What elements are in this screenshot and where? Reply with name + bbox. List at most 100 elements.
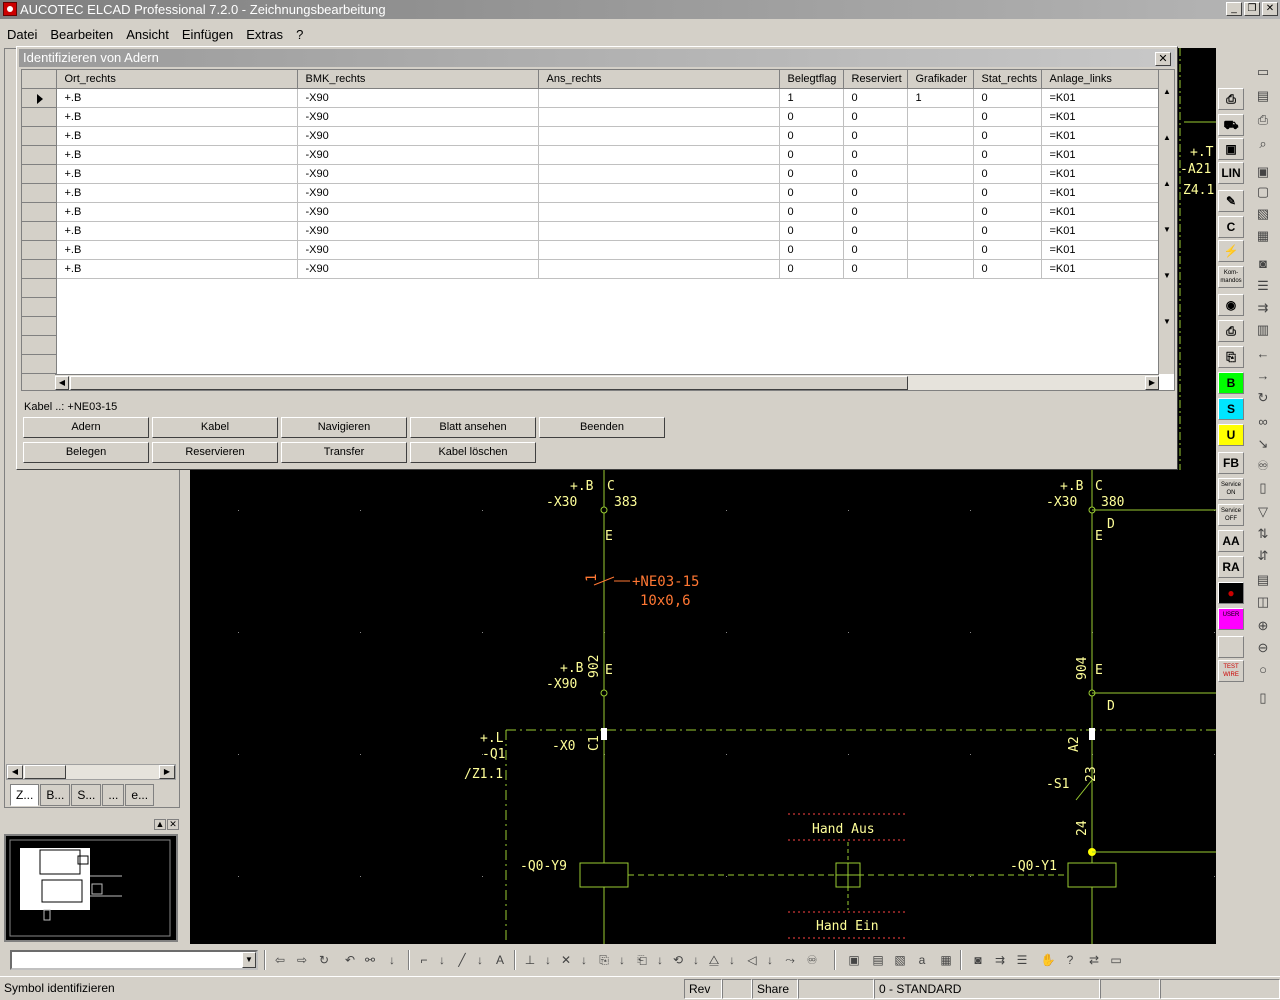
arrow-right-icon[interactable]: ⇨: [294, 952, 310, 968]
table-row[interactable]: +.B -X90 0 0 0 =K01: [22, 259, 1160, 279]
menu-bearbeiten[interactable]: Bearbeiten: [43, 25, 119, 45]
help-icon[interactable]: ?: [1062, 952, 1078, 968]
table-cell[interactable]: 0: [973, 221, 1042, 241]
column-header[interactable]: Grafikader: [907, 70, 974, 89]
column-header[interactable]: Ort_rechts: [56, 70, 298, 89]
row-selector[interactable]: [22, 183, 57, 203]
table-cell[interactable]: 0: [779, 259, 844, 279]
table-row[interactable]: +.B -X90 0 0 0 =K01: [22, 107, 1160, 127]
empty-table-row[interactable]: [22, 316, 1159, 336]
table-cell[interactable]: +.B: [56, 221, 298, 241]
table-cell[interactable]: =K01: [1041, 107, 1160, 127]
mirror-icon[interactable]: ⧋: [706, 952, 722, 968]
scroll-right-icon[interactable]: ▶: [159, 765, 175, 779]
table-cell[interactable]: 0: [973, 183, 1042, 203]
table-cell[interactable]: =K01: [1041, 240, 1160, 260]
tool-fb-button[interactable]: FB: [1218, 452, 1244, 474]
table-cell[interactable]: +.B: [56, 183, 298, 203]
scroll-thumb[interactable]: [24, 765, 66, 779]
text-icon[interactable]: A: [492, 952, 508, 968]
adern-button[interactable]: Adern: [23, 417, 149, 438]
table-cell[interactable]: =K01: [1041, 183, 1160, 203]
edit-sheet-icon[interactable]: ▧: [892, 952, 908, 968]
tool-pencil-button[interactable]: ✎: [1218, 190, 1244, 212]
tool-stamp-button[interactable]: ▣: [1218, 138, 1244, 160]
tool-printer-button[interactable]: ⎙: [1218, 88, 1244, 110]
table-cell[interactable]: 0: [843, 88, 908, 108]
beenden-button[interactable]: Beenden: [539, 417, 665, 438]
connect-icon[interactable]: ⚯: [362, 952, 378, 968]
navigieren-button[interactable]: Navigieren: [281, 417, 407, 438]
table-cell[interactable]: 0: [973, 107, 1042, 127]
row-selector[interactable]: [22, 278, 57, 298]
table-cell[interactable]: -X90: [297, 126, 539, 146]
table-row[interactable]: +.B -X90 0 0 0 =K01: [22, 164, 1160, 184]
scroll-bottom-icon[interactable]: ▼: [1160, 316, 1174, 328]
kabel-loeschen-button[interactable]: Kabel löschen: [410, 442, 536, 463]
arrow-left-icon[interactable]: ⇦: [272, 952, 288, 968]
down-arrow-icon[interactable]: ↓: [614, 952, 630, 968]
row-selector[interactable]: [22, 240, 57, 260]
grid-scroll-thumb[interactable]: [70, 376, 908, 390]
table-cell[interactable]: [538, 88, 780, 108]
table-cell[interactable]: [538, 202, 780, 222]
table-cell[interactable]: +.B: [56, 259, 298, 279]
delete-icon[interactable]: ✕: [558, 952, 574, 968]
down-arrow-icon[interactable]: ↓: [762, 952, 778, 968]
table-cell[interactable]: [907, 240, 974, 260]
column-header[interactable]: BMK_rechts: [297, 70, 539, 89]
down-arrow-icon[interactable]: ↓: [688, 952, 704, 968]
window-icon[interactable]: ▣: [1254, 164, 1272, 180]
table-cell[interactable]: [907, 202, 974, 222]
drawing-canvas[interactable]: +.B -X30 C 383 E +NE03-15 10x0,6 1 +.B -X90 902 E +.…: [190, 470, 1216, 944]
tab-z[interactable]: Z...: [10, 784, 40, 806]
restore-button[interactable]: ❐: [1244, 2, 1260, 16]
arrow-left-icon[interactable]: ←: [1254, 346, 1272, 362]
tool-service-off-button[interactable]: Service OFF: [1218, 504, 1244, 526]
page-down-icon[interactable]: ▼: [1160, 270, 1174, 282]
table-cell[interactable]: [907, 221, 974, 241]
table-cell[interactable]: 0: [779, 240, 844, 260]
menu-einfuegen[interactable]: Einfügen: [175, 25, 239, 45]
row-selector[interactable]: [22, 373, 57, 390]
belegen-button[interactable]: Belegen: [23, 442, 149, 463]
screen-icon[interactable]: ▭: [1254, 64, 1272, 80]
filter-icon[interactable]: ▽: [1254, 504, 1272, 520]
table-cell[interactable]: =K01: [1041, 88, 1160, 108]
table-cell[interactable]: [907, 107, 974, 127]
undo-icon[interactable]: ↶: [342, 952, 358, 968]
route-icon[interactable]: ↘: [1254, 436, 1272, 452]
scroll-down-icon[interactable]: ▼: [1160, 224, 1174, 236]
chevron-down-icon[interactable]: ▼: [242, 952, 256, 968]
table-cell[interactable]: 1: [779, 88, 844, 108]
table-cell[interactable]: 0: [973, 126, 1042, 146]
down-arrow-icon[interactable]: ↓: [576, 952, 592, 968]
down-arrow-icon[interactable]: ↓: [652, 952, 668, 968]
refresh-icon[interactable]: ↻: [316, 952, 332, 968]
grid-icon[interactable]: ▦: [1254, 228, 1272, 244]
stretch-icon[interactable]: ◁: [744, 952, 760, 968]
paste-icon[interactable]: ⎗: [634, 952, 650, 968]
table-cell[interactable]: =K01: [1041, 259, 1160, 279]
stamp-icon[interactable]: ◙: [970, 952, 986, 968]
tab-s[interactable]: S...: [71, 784, 102, 806]
wire-icon[interactable]: ⌐: [416, 952, 432, 968]
menu-help[interactable]: ?: [289, 25, 309, 45]
scroll-left-icon[interactable]: ◀: [55, 376, 69, 390]
down-arrow-icon[interactable]: ↓: [384, 952, 400, 968]
tool-blank-button[interactable]: [1218, 636, 1244, 658]
kabel-button[interactable]: Kabel: [152, 417, 278, 438]
table-cell[interactable]: [907, 126, 974, 146]
printer-icon[interactable]: ⎙: [1254, 112, 1272, 128]
table-cell[interactable]: -X90: [297, 202, 539, 222]
table-cell[interactable]: 0: [843, 145, 908, 165]
empty-table-row[interactable]: [22, 354, 1159, 374]
table-row[interactable]: +.B -X90 0 0 0 =K01: [22, 145, 1160, 165]
tool-test-wire-button[interactable]: TEST WIRE: [1218, 660, 1244, 682]
table-cell[interactable]: +.B: [56, 126, 298, 146]
table-cell[interactable]: 1: [907, 88, 974, 108]
table-cell[interactable]: -X90: [297, 88, 539, 108]
column-header[interactable]: Ans_rechts: [538, 70, 780, 89]
menu-extras[interactable]: Extras: [239, 25, 289, 45]
refresh-icon[interactable]: ↻: [1254, 390, 1272, 406]
